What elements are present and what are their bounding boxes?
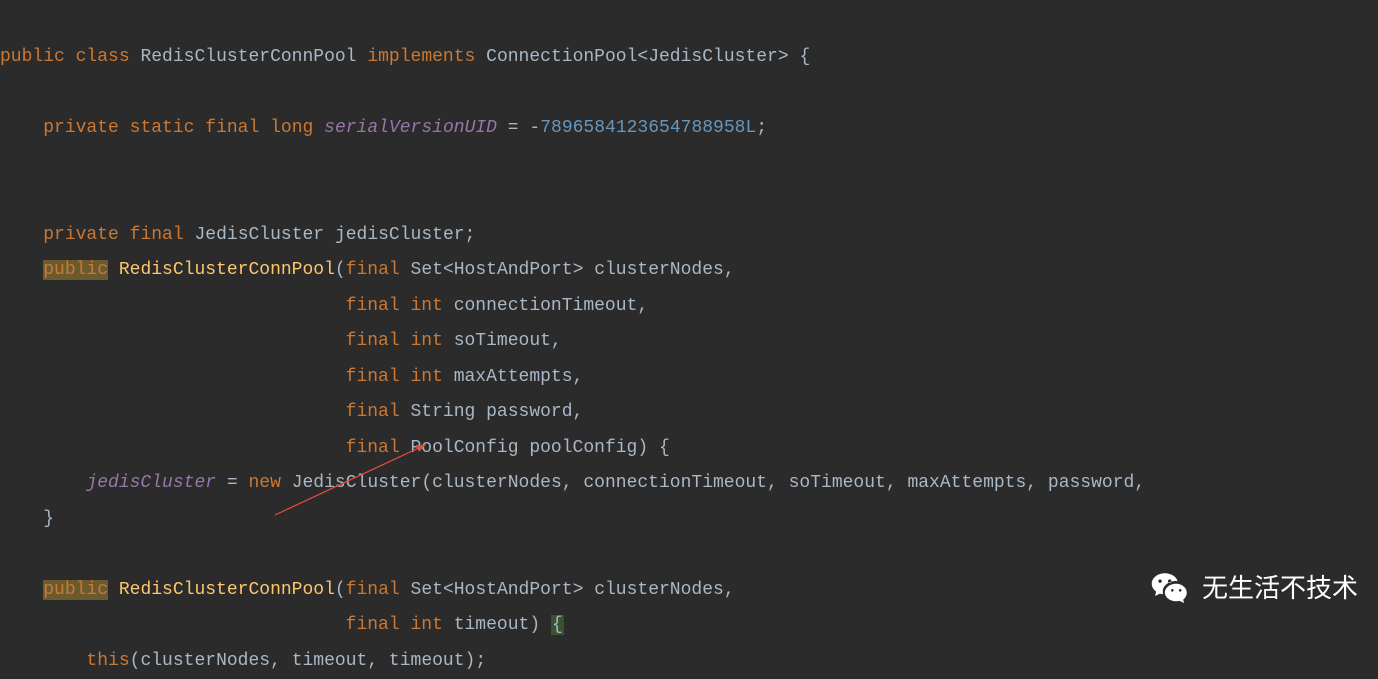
generic-type: JedisCluster [648,47,778,67]
type-set: Set [411,260,443,280]
comma: , [724,260,735,280]
type-poolconfig: PoolConfig [410,438,518,458]
arg: clusterNodes [140,651,270,671]
arg: timeout [389,651,465,671]
keyword-private: private [43,118,119,138]
paren-close: ) [465,651,476,671]
keyword-static: static [130,118,195,138]
paren-close: ) [529,615,540,635]
keyword-int: int [410,615,442,635]
constructor-name: RedisClusterConnPool [119,580,335,600]
comma: , [637,296,648,316]
keyword-final: final [130,225,184,245]
field-serialVersionUID: serialVersionUID [324,118,497,138]
param-maxAttempts: maxAttempts [454,367,573,387]
paren-open: ( [335,260,346,280]
param-clusterNodes: clusterNodes [594,260,724,280]
semicolon: ; [465,225,476,245]
keyword-final: final [346,438,400,458]
number-literal: 7896584123654788958L [540,118,756,138]
comma: , [724,580,735,600]
interface-name: ConnectionPool [486,47,637,67]
keyword-class: class [76,47,130,67]
equals-sign: = [227,473,238,493]
equals-sign: = [508,118,519,138]
brace-open: { [659,438,670,458]
type-set: Set [411,580,443,600]
param-password: password [486,402,572,422]
keyword-public-highlighted: public [43,260,108,280]
arg: connectionTimeout [583,473,767,493]
keyword-private: private [43,225,119,245]
keyword-this: this [86,651,129,671]
arg: maxAttempts [907,473,1026,493]
constructor-name: RedisClusterConnPool [119,260,335,280]
wechat-icon [1150,568,1192,610]
keyword-implements: implements [367,47,475,67]
brace-close: } [43,509,54,529]
keyword-final: final [346,615,400,635]
ctor-call: JedisCluster [292,473,422,493]
keyword-public-highlighted: public [43,580,108,600]
keyword-long: long [270,118,313,138]
arg: clusterNodes [432,473,562,493]
keyword-final: final [346,580,400,600]
comma: , [573,402,584,422]
type-name: JedisCluster [194,225,324,245]
keyword-final: final [346,260,400,280]
keyword-final: final [346,367,400,387]
arg: password [1048,473,1134,493]
generic-type: HostAndPort [454,260,573,280]
type-string: String [410,402,475,422]
param-poolConfig: poolConfig [529,438,637,458]
paren-close: ) [637,438,648,458]
keyword-int: int [410,331,442,351]
paren-open: ( [335,580,346,600]
generic-type: HostAndPort [454,580,573,600]
param-soTimeout: soTimeout [454,331,551,351]
class-name: RedisClusterConnPool [140,47,356,67]
param-clusterNodes: clusterNodes [594,580,724,600]
minus-sign: - [529,118,540,138]
keyword-new: new [248,473,280,493]
field-ref: jedisCluster [86,473,216,493]
comma: , [1134,473,1145,493]
keyword-public: public [0,47,65,67]
brace-open-cursor: { [551,615,564,635]
keyword-final: final [346,331,400,351]
param-timeout: timeout [454,615,530,635]
semicolon: ; [475,651,486,671]
comma: , [551,331,562,351]
brace-open: { [799,47,810,67]
keyword-final: final [346,402,400,422]
keyword-final: final [346,296,400,316]
arg: soTimeout [789,473,886,493]
semicolon: ; [756,118,767,138]
watermark: 无生活不技术 [1150,568,1358,610]
paren-open: ( [421,473,432,493]
keyword-int: int [410,296,442,316]
comma: , [573,367,584,387]
field-name: jedisCluster [335,225,465,245]
paren-open: ( [130,651,141,671]
arg: timeout [292,651,368,671]
param-connectionTimeout: connectionTimeout [454,296,638,316]
watermark-text: 无生活不技术 [1202,571,1358,607]
keyword-final: final [205,118,259,138]
keyword-int: int [410,367,442,387]
